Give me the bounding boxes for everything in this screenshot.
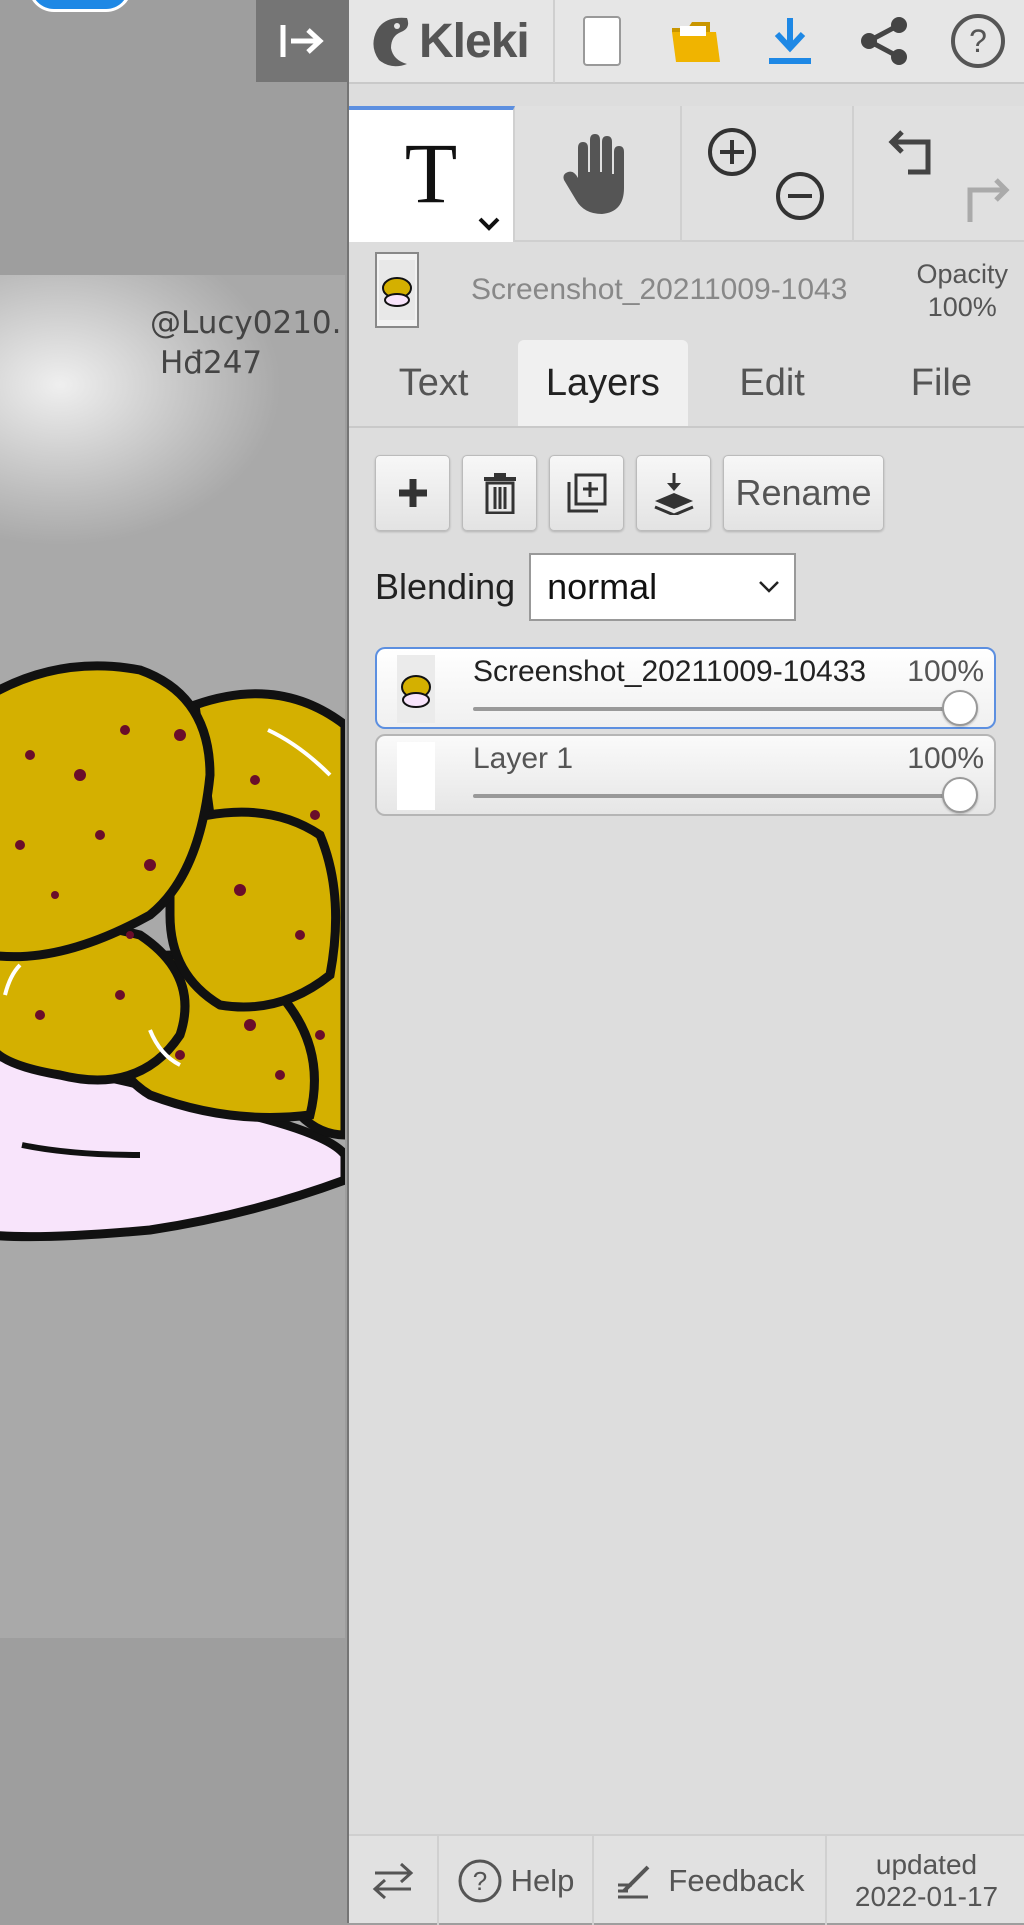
help-label: Help [510, 1862, 575, 1898]
hand-tool-button[interactable] [515, 106, 682, 242]
current-layer-name: Screenshot_20211009-1043 [471, 273, 848, 306]
layer-opacity-slider[interactable] [473, 777, 978, 813]
svg-text:?: ? [969, 23, 987, 59]
help-icon: ? [951, 14, 1005, 68]
blending-mode-value: normal [547, 566, 658, 607]
duplicate-layer-button[interactable] [549, 455, 624, 531]
current-layer-header: Screenshot_20211009-1043 Opacity 100% [349, 244, 1024, 336]
kleki-logo[interactable]: Kleki [349, 0, 555, 83]
updated-date: 2022-01-17 [854, 1880, 999, 1912]
layer-thumbnail-image [379, 260, 415, 320]
layer-opacity: 100% [907, 655, 984, 688]
redo-icon[interactable] [958, 176, 1010, 226]
blending-label: Blending [375, 566, 516, 607]
collapse-panel-button[interactable] [256, 0, 347, 82]
opacity-value: 100% [927, 292, 997, 322]
zoom-buttons [682, 106, 854, 242]
layer-name: Screenshot_20211009-10433 [473, 655, 867, 688]
feedback-pencil-icon [618, 1865, 650, 1898]
add-layer-button[interactable] [375, 455, 450, 531]
download-icon [769, 18, 811, 64]
feedback-button[interactable]: Feedback [594, 1836, 827, 1925]
updated-info[interactable]: updated 2022-01-17 [827, 1836, 1024, 1925]
save-download-button[interactable] [743, 0, 837, 83]
merge-down-icon [653, 473, 694, 515]
feedback-label: Feedback [668, 1862, 805, 1898]
canvas-area[interactable]: @Lucy0210. Hđ247 [0, 0, 347, 1923]
layer-item-screenshot[interactable]: Screenshot_20211009-10433 100% [375, 647, 996, 729]
slider-handle[interactable] [942, 777, 978, 813]
hand-tool-icon [563, 134, 624, 214]
footer-help-button[interactable]: ? Help [439, 1836, 594, 1925]
help-button[interactable]: ? [931, 0, 1024, 83]
tool-row: T [349, 106, 1024, 242]
kleki-logo-icon [373, 17, 409, 67]
logo-fragment [28, 0, 132, 12]
slider-handle[interactable] [942, 690, 978, 726]
layer-opacity-slider[interactable] [473, 690, 978, 726]
brand-name: Kleki [419, 14, 530, 68]
tab-file[interactable]: File [857, 340, 1024, 426]
layer-thumbnail [397, 742, 435, 810]
undo-redo-buttons [854, 106, 1024, 242]
opacity-display[interactable]: Opacity 100% [916, 258, 1008, 324]
delete-layer-button[interactable] [462, 455, 537, 531]
layer-name: Layer 1 [473, 742, 574, 775]
layer-item-layer-1[interactable]: Layer 1 100% [375, 734, 996, 816]
artwork-canvas[interactable]: @Lucy0210. Hđ247 [0, 275, 345, 1638]
hair-drawing [0, 661, 345, 1242]
side-panel: Kleki ? T Screenshot_20211009-1043 Opaci… [347, 0, 1024, 1925]
share-button[interactable] [837, 0, 931, 83]
undo-icon[interactable] [888, 128, 940, 178]
swap-arrows-icon [372, 1862, 414, 1899]
open-folder-icon [672, 22, 720, 62]
blending-row: Blending normal [375, 553, 797, 621]
merge-layer-down-button[interactable] [636, 455, 711, 531]
top-bar: Kleki ? [349, 0, 1024, 84]
collapse-arrow-icon [280, 25, 324, 57]
zoom-out-icon[interactable] [774, 170, 826, 222]
share-icon [861, 17, 907, 65]
current-layer-thumbnail [375, 252, 419, 328]
opacity-label: Opacity [916, 259, 1008, 289]
tab-edit[interactable]: Edit [688, 340, 857, 426]
rename-layer-button[interactable]: Rename [723, 455, 884, 531]
trash-icon [483, 473, 516, 514]
chevron-down-icon [759, 581, 780, 593]
panel-tabs: Text Layers Edit File [349, 340, 1024, 428]
open-file-button[interactable] [649, 0, 743, 83]
zoom-in-icon[interactable] [706, 126, 758, 178]
footer-bar: ? Help Feedback updated 2022-01-17 [349, 1834, 1024, 1925]
plus-icon [398, 479, 427, 507]
text-tool-icon: T [404, 125, 458, 221]
tab-layers[interactable]: Layers [518, 340, 688, 426]
blending-mode-select[interactable]: normal [529, 553, 797, 621]
help-icon: ? [458, 1859, 502, 1902]
updated-label: updated [875, 1848, 978, 1880]
layer-thumbnail-image [397, 655, 435, 723]
swap-side-button[interactable] [349, 1836, 439, 1925]
layer-opacity: 100% [907, 742, 984, 775]
layer-thumbnail [397, 655, 435, 723]
tab-text[interactable]: Text [349, 340, 518, 426]
duplicate-icon [567, 473, 606, 513]
chevron-down-icon[interactable] [477, 216, 501, 232]
text-tool-button[interactable]: T [349, 106, 515, 242]
new-image-icon [583, 16, 621, 66]
layer-tool-buttons: Rename [375, 455, 884, 531]
new-image-button[interactable] [555, 0, 649, 83]
svg-text:?: ? [472, 1866, 486, 1896]
